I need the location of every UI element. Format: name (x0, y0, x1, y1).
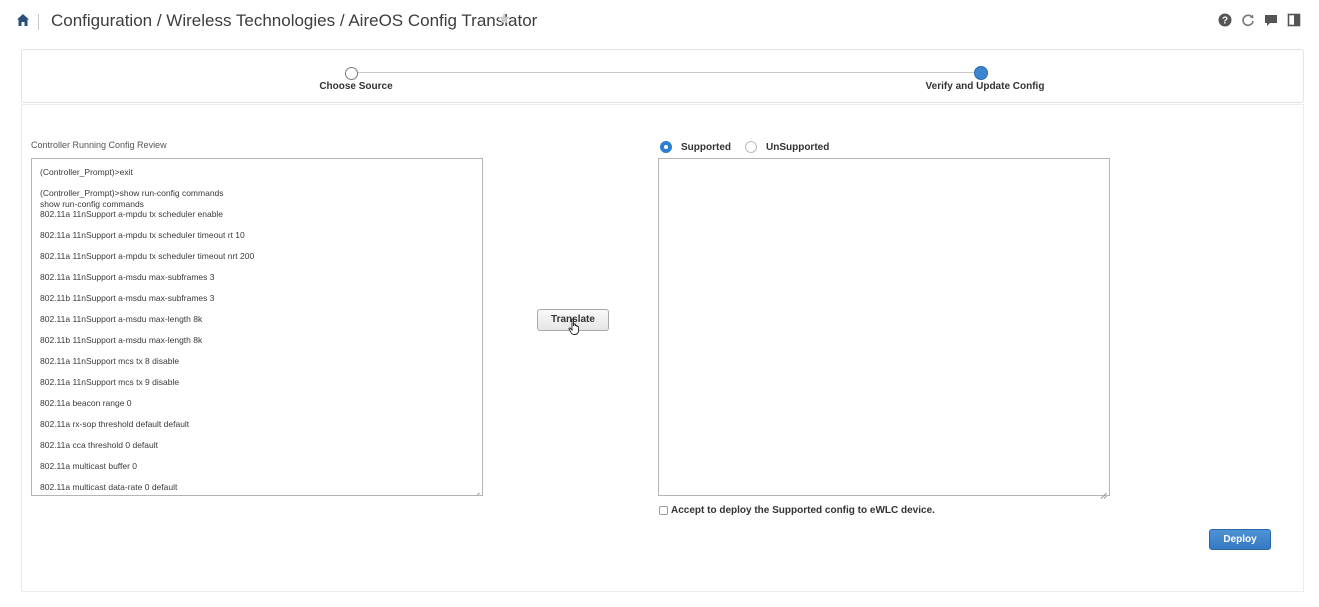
accept-deploy-label[interactable]: Accept to deploy the Supported config to… (671, 505, 935, 516)
config-line: show run-config commands (40, 199, 144, 209)
step-connector (352, 72, 982, 73)
step-choose-source-label: Choose Source (319, 81, 393, 92)
translated-config-textarea[interactable] (658, 158, 1110, 499)
home-icon[interactable] (16, 13, 30, 27)
config-line: (Controller_Prompt)>show run-config comm… (40, 188, 224, 198)
deploy-button[interactable]: Deploy (1209, 529, 1271, 550)
hand-cursor-icon (567, 318, 583, 336)
config-line: 802.11a 11nSupport mcs tx 9 disable (40, 377, 180, 387)
svg-text:?: ? (1222, 16, 1228, 27)
step-choose-source-indicator[interactable] (345, 67, 358, 80)
running-config-textarea[interactable]: (Controller_Prompt)>exit (Controller_Pro… (31, 158, 483, 496)
config-line: 802.11b 11nSupport a-msdu max-subframes … (40, 293, 215, 303)
panel-icon[interactable] (1287, 13, 1301, 27)
config-line: 802.11a multicast buffer 0 (40, 461, 138, 471)
unsupported-radio[interactable] (745, 141, 757, 153)
config-line: 802.11a 11nSupport a-mpdu tx scheduler t… (40, 251, 255, 261)
config-line: 802.11a 11nSupport mcs tx 8 disable (40, 356, 180, 366)
header-divider (38, 14, 39, 30)
resize-grip-icon[interactable] (1100, 486, 1107, 499)
support-filter: Supported UnSupported (660, 141, 829, 153)
chat-icon[interactable] (1264, 13, 1278, 27)
config-line: 802.11b 11nSupport a-msdu max-length 8k (40, 335, 203, 345)
wizard-stepper: Choose Source Verify and Update Config (21, 49, 1304, 103)
header-toolbar: ? (1218, 13, 1301, 27)
refresh-icon[interactable] (1241, 13, 1255, 27)
supported-label[interactable]: Supported (681, 142, 731, 153)
config-line: 802.11a rx-sop threshold default default (40, 419, 190, 429)
star-icon[interactable]: ★ (497, 11, 511, 29)
unsupported-label[interactable]: UnSupported (766, 142, 829, 153)
config-line: 802.11a cca threshold 0 default (40, 440, 158, 450)
config-review-title: Controller Running Config Review (31, 140, 167, 150)
accept-deploy-checkbox[interactable] (659, 506, 668, 515)
config-line: (Controller_Prompt)>exit (40, 167, 133, 177)
breadcrumb: Configuration / Wireless Technologies / … (51, 11, 538, 30)
config-line: 802.11a 11nSupport a-msdu max-subframes … (40, 272, 215, 282)
config-line: 802.11a 11nSupport a-mpdu tx scheduler t… (40, 230, 245, 240)
config-line: 802.11a beacon range 0 (40, 398, 132, 408)
help-icon[interactable]: ? (1218, 13, 1232, 27)
step-verify-update-label: Verify and Update Config (925, 81, 1045, 92)
accept-deploy-row: Accept to deploy the Supported config to… (659, 505, 935, 516)
page-header: Configuration / Wireless Technologies / … (0, 0, 1319, 44)
resize-grip-icon[interactable] (473, 486, 480, 495)
supported-radio[interactable] (660, 141, 672, 153)
config-line: 802.11a multicast data-rate 0 default (40, 482, 178, 492)
config-line: 802.11a 11nSupport a-msdu max-length 8k (40, 314, 203, 324)
config-line: 802.11a 11nSupport a-mpdu tx scheduler e… (40, 209, 224, 219)
step-verify-update-indicator[interactable] (974, 66, 988, 80)
